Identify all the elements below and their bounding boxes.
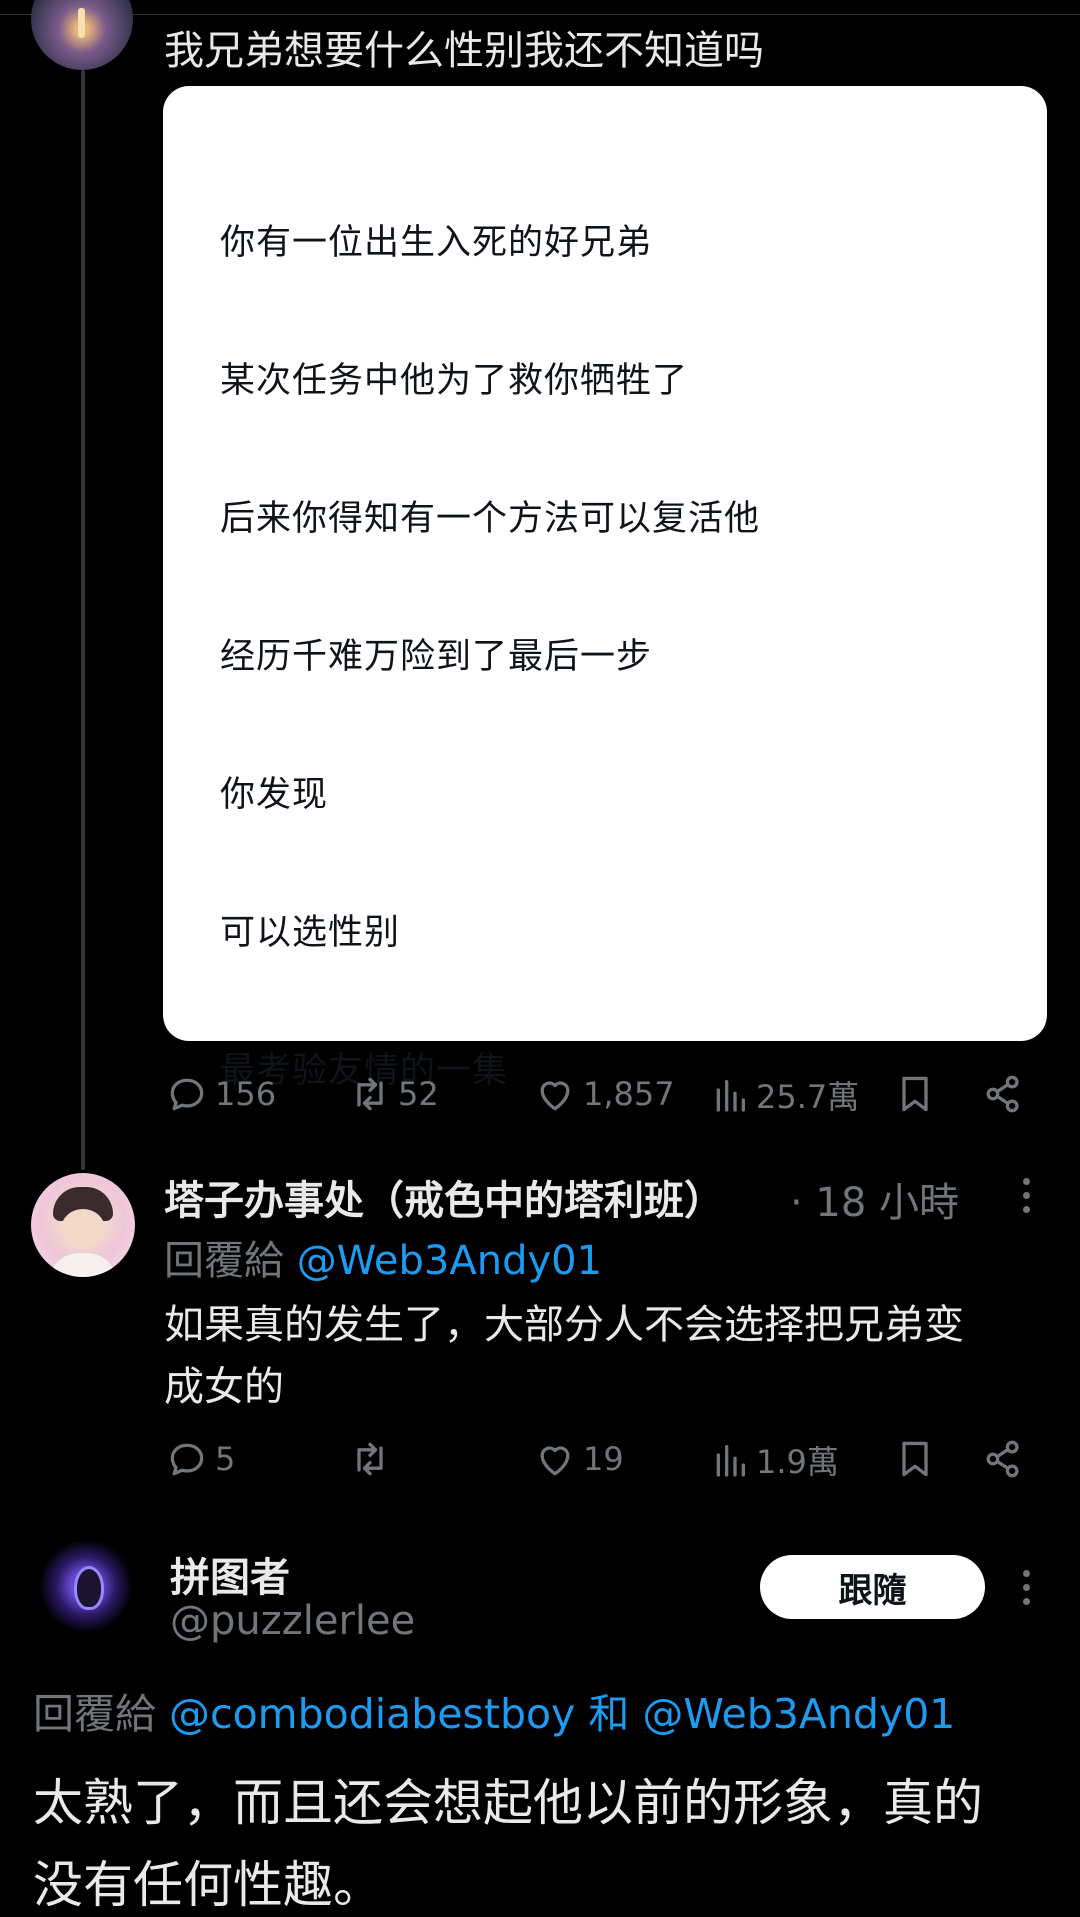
post-time[interactable]: · 18 小時 (790, 1170, 959, 1228)
repost-count: 52 (398, 1075, 439, 1113)
reply-line: 回覆給 @combodiabestboy 和 @Web3Andy01 (33, 1680, 955, 1740)
top-divider (0, 0, 1080, 15)
repost-button[interactable] (348, 1437, 392, 1481)
thread-line (81, 70, 85, 1170)
share-button[interactable] (981, 1437, 1025, 1481)
card-line: 你有一位出生入死的好兄弟 (220, 223, 653, 263)
views-icon (716, 1445, 745, 1477)
heart-icon (540, 1081, 570, 1111)
post-body: 成女的 (164, 1364, 284, 1410)
reply-button[interactable]: 156 (165, 1072, 276, 1116)
reply-prefix: 回覆給 (33, 1690, 156, 1738)
post-body: 如果真的发生了，大部分人不会选择把兄弟变 (164, 1302, 964, 1348)
card-line: 经历千难万险到了最后一步 (220, 637, 653, 677)
author-handle[interactable]: @puzzlerlee (170, 1598, 415, 1644)
avatar[interactable] (31, 1173, 135, 1277)
share-icon (986, 1440, 1019, 1478)
reply-button[interactable]: 5 (165, 1437, 235, 1481)
mention-link[interactable]: @Web3Andy01 (642, 1690, 955, 1738)
mention-link[interactable]: @combodiabestboy (169, 1690, 575, 1738)
reply-prefix: 回覆給 (164, 1238, 284, 1284)
like-count: 19 (583, 1440, 624, 1478)
author-name[interactable]: 拼图者 (170, 1545, 290, 1603)
views-count: 25.7萬 (756, 1078, 860, 1116)
reply-conjunction: 和 (588, 1690, 630, 1738)
follow-button[interactable]: 跟隨 (760, 1555, 985, 1619)
views-button[interactable]: 1.9萬 (710, 1437, 839, 1483)
repost-icon (357, 1442, 383, 1476)
share-button[interactable] (981, 1072, 1025, 1116)
bookmark-icon (902, 1441, 928, 1477)
heart-icon (540, 1446, 570, 1476)
card-line: 可以选性别 (220, 913, 401, 953)
reply-count: 5 (215, 1440, 236, 1478)
avatar[interactable] (31, 0, 133, 70)
card-line: 后来你得知有一个方法可以复活他 (220, 499, 761, 539)
post-body: 没有任何性趣。 (33, 1856, 383, 1914)
views-icon (716, 1080, 745, 1112)
bookmark-button[interactable] (893, 1072, 937, 1116)
repost-icon (357, 1077, 383, 1111)
reply-line: 回覆給 @Web3Andy01 (164, 1228, 602, 1286)
repost-button[interactable]: 52 (348, 1072, 439, 1116)
reply-icon (170, 1443, 204, 1476)
views-count: 1.9萬 (756, 1443, 839, 1481)
views-button[interactable]: 25.7萬 (710, 1072, 859, 1118)
post-body: 太熟了，而且还会想起他以前的形象，真的 (33, 1774, 983, 1832)
more-options-icon[interactable] (1023, 1178, 1031, 1220)
like-button[interactable]: 19 (533, 1437, 624, 1481)
more-options-icon[interactable] (1023, 1570, 1031, 1612)
like-count: 1,857 (583, 1075, 675, 1113)
reply-count: 156 (215, 1075, 277, 1113)
share-icon (986, 1075, 1019, 1113)
author-name[interactable]: 塔子办事处（戒色中的塔利班） (164, 1168, 724, 1226)
like-button[interactable]: 1,857 (533, 1072, 675, 1116)
reply-icon (170, 1078, 204, 1111)
mention-link[interactable]: @Web3Andy01 (297, 1238, 602, 1284)
card-line: 某次任务中他为了救你牺牲了 (220, 361, 689, 401)
card-line: 你发现 (220, 775, 329, 815)
bookmark-icon (902, 1076, 928, 1112)
image-card[interactable]: 你有一位出生入死的好兄弟 某次任务中他为了救你牺牲了 后来你得知有一个方法可以复… (163, 86, 1047, 1091)
avatar[interactable] (40, 1540, 132, 1632)
post-body: 我兄弟想要什么性别我还不知道吗 (164, 28, 764, 74)
bookmark-button[interactable] (893, 1437, 937, 1481)
